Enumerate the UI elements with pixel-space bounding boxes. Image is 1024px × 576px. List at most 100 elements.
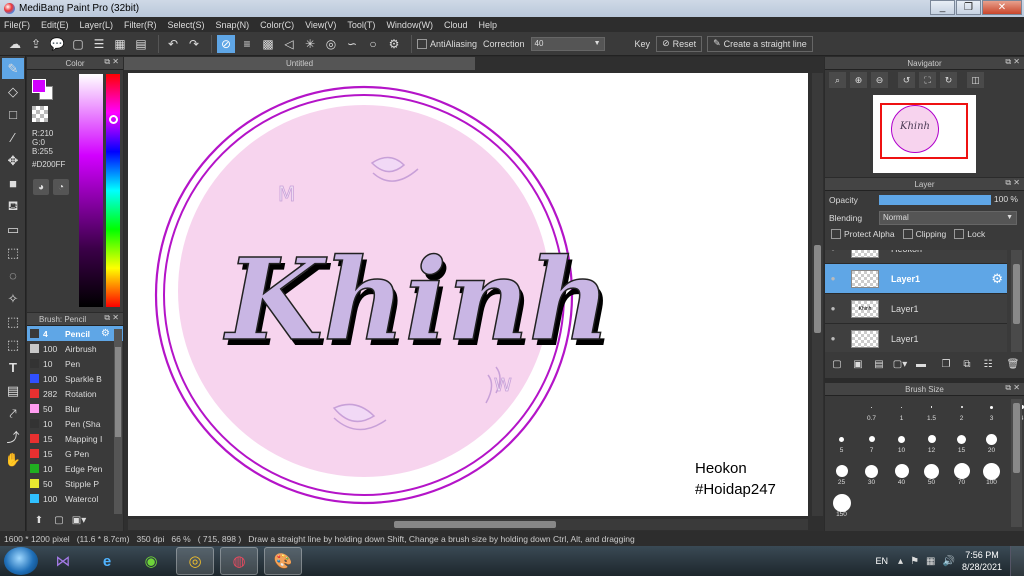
comment-icon[interactable]: 💬 [48, 35, 66, 53]
brush-size-option[interactable]: 30 [857, 463, 886, 489]
visibility-icon[interactable]: ● [825, 250, 841, 253]
eyedropper-tool-icon[interactable]: ⤤ [2, 403, 24, 424]
menu-edit[interactable]: Edit(E) [41, 20, 69, 30]
color-settings-icon[interactable]: ◔ [53, 179, 69, 195]
hue-slider[interactable] [106, 74, 120, 307]
flag-icon[interactable]: ⚑ [910, 556, 919, 567]
brush-size-scrollbar[interactable] [1011, 399, 1022, 527]
rotate-right-icon[interactable]: ↻ [940, 72, 957, 88]
move-tool-icon[interactable]: ✥ [2, 150, 24, 171]
layer-row[interactable]: ● Layer1 ⚙ [825, 264, 1007, 294]
panel-close-icon[interactable]: ⧉ ✕ [1005, 57, 1020, 67]
menu-tool[interactable]: Tool(T) [347, 20, 375, 30]
maximize-button[interactable]: ❐ [956, 0, 981, 15]
brush-menu-icon[interactable]: ▣▾ [71, 513, 87, 527]
folder-icon[interactable]: ▬ [913, 356, 929, 372]
document-tab[interactable]: Untitled [124, 57, 475, 70]
brush-size-option[interactable]: 2 [947, 399, 976, 425]
text-tool-icon[interactable]: T [2, 357, 24, 378]
transparent-color-swatch[interactable] [32, 106, 48, 122]
saturation-value-picker[interactable] [79, 74, 103, 307]
layer-settings-icon[interactable]: ☷ [980, 356, 996, 372]
antialiasing-checkbox[interactable] [417, 38, 427, 49]
internet-explorer-icon[interactable]: e [88, 547, 126, 575]
brush-item[interactable]: 10 Pen (Sha [27, 416, 123, 431]
list-icon[interactable]: ☰ [90, 35, 108, 53]
opacity-slider[interactable] [879, 195, 991, 205]
scroll-thumb[interactable] [115, 347, 121, 437]
protect-alpha-checkbox[interactable] [831, 229, 841, 239]
brush-tool-icon[interactable]: ✎ [2, 58, 24, 79]
network-icon[interactable]: ▦ [926, 556, 935, 567]
brush-size-option[interactable]: 50 [917, 463, 946, 489]
brush-add-icon[interactable]: ⬆ [31, 513, 47, 527]
minimize-button[interactable]: _ [930, 0, 955, 15]
snap-concentric-icon[interactable]: ◎ [322, 35, 340, 53]
drawing-canvas[interactable]: M W Khinh Khinh Heokon #Hoidap247 [128, 73, 808, 516]
panel-close-icon[interactable]: ⧉ ✕ [1005, 178, 1020, 188]
layout-icon[interactable]: ▤ [132, 35, 150, 53]
brush-item[interactable]: 10 Edge Pen [27, 461, 123, 476]
visibility-icon[interactable]: ● [825, 274, 841, 283]
snap-parallel-icon[interactable]: ≡ [238, 35, 256, 53]
panel-close-icon[interactable]: ⧉ ✕ [104, 313, 119, 323]
brush-size-option[interactable]: 7 [857, 431, 886, 457]
visibility-icon[interactable]: ● [825, 334, 841, 343]
protect-alpha-option[interactable]: Protect Alpha [831, 229, 895, 239]
zoom-in-icon[interactable]: ⊕ [850, 72, 867, 88]
snap-settings-icon[interactable]: ⚙ [385, 35, 403, 53]
straight-line-button[interactable]: ✎ Create a straight line [707, 35, 813, 52]
fit-window-icon[interactable]: ⛶ [919, 72, 936, 88]
layer-row[interactable]: ● Khinh Layer1 [825, 294, 1007, 324]
reset-button[interactable]: ⊘ Reset [656, 35, 703, 52]
chrome-icon[interactable]: ◎ [176, 547, 214, 575]
brush-item[interactable]: 4 Pencil ⚙ [27, 326, 123, 341]
snap-radial-icon[interactable]: ✳ [301, 35, 319, 53]
brush-list-scrollbar[interactable] [114, 329, 122, 514]
gear-icon[interactable]: ⚙ [101, 328, 110, 339]
delete-layer-icon[interactable]: 🗑 [1005, 356, 1021, 372]
scroll-thumb[interactable] [394, 521, 556, 528]
fill-rect-tool-icon[interactable]: ■ [2, 173, 24, 194]
brush-size-option[interactable]: 20 [977, 431, 1006, 457]
dot-tool-icon[interactable]: ⁄ [2, 127, 24, 148]
zoom-out-icon[interactable]: ⊖ [871, 72, 888, 88]
menu-window[interactable]: Window(W) [386, 20, 433, 30]
undo-icon[interactable]: ↶ [164, 35, 182, 53]
paint-icon[interactable]: 🎨 [264, 547, 302, 575]
zoom-fit-icon[interactable]: ⌕ [829, 72, 846, 88]
lasso-tool-icon[interactable]: ◌ [2, 265, 24, 286]
new-1bit-layer-icon[interactable]: ▤ [871, 356, 887, 372]
volume-icon[interactable]: 🔊 [943, 556, 955, 567]
palette-icon[interactable]: ◕ [33, 179, 49, 195]
share-icon[interactable]: ⇪ [27, 35, 45, 53]
page-icon[interactable]: ▢ [69, 35, 87, 53]
brush-size-option[interactable]: 70 [947, 463, 976, 489]
navigator-thumbnail[interactable]: Khinh [873, 95, 976, 173]
brush-item[interactable]: 50 Stipple P [27, 476, 123, 491]
game-app-icon[interactable]: ◉ [132, 547, 170, 575]
start-button[interactable] [4, 547, 38, 575]
brush-item[interactable]: 10 Pen [27, 356, 123, 371]
brush-size-option[interactable]: 1.5 [917, 399, 946, 425]
canvas-horizontal-scrollbar[interactable] [128, 519, 808, 530]
brush-size-option[interactable]: 100 [977, 462, 1006, 489]
menu-filter[interactable]: Filter(R) [124, 20, 157, 30]
select-eraser-tool-icon[interactable]: ⬚ [2, 334, 24, 355]
layer-list-scrollbar[interactable] [1011, 250, 1022, 352]
snap-vanish-icon[interactable]: ◁ [280, 35, 298, 53]
eraser-tool-icon[interactable]: ◇ [2, 81, 24, 102]
menu-layer[interactable]: Layer(L) [80, 20, 114, 30]
hue-knob[interactable] [109, 115, 118, 124]
gear-icon[interactable]: ⚙ [991, 271, 1003, 287]
foreground-color-swatch[interactable] [32, 79, 46, 93]
close-button[interactable]: ✕ [982, 0, 1022, 15]
visibility-icon[interactable]: ● [825, 304, 841, 313]
rotate-left-icon[interactable]: ↺ [898, 72, 915, 88]
blending-select[interactable]: Normal ▼ [879, 211, 1017, 225]
navigator-viewport[interactable] [880, 103, 968, 159]
clock[interactable]: 7:56 PM 8/28/2021 [962, 549, 1002, 573]
menu-snap[interactable]: Snap(N) [216, 20, 250, 30]
brush-size-option[interactable]: 3 [977, 399, 1006, 425]
brush-size-option[interactable]: 12 [917, 431, 946, 457]
